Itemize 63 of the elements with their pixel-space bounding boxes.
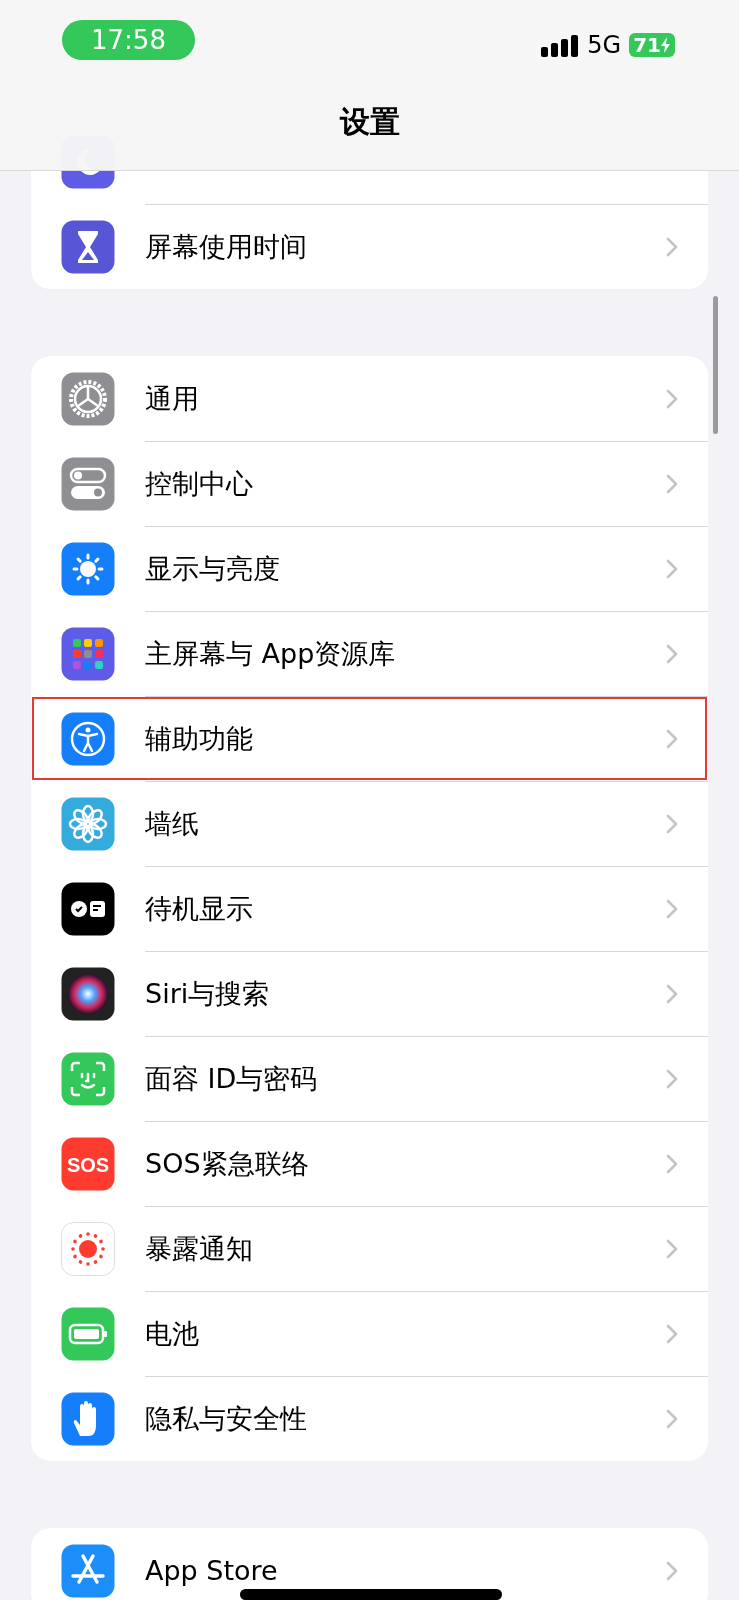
row-label: 墙纸	[145, 806, 200, 841]
hand-icon	[61, 1391, 115, 1446]
chevron-icon	[666, 1238, 678, 1259]
settings-row[interactable]: 屏幕使用时间	[31, 204, 708, 289]
toggles-icon	[61, 456, 115, 511]
face-scan-icon	[61, 1051, 115, 1106]
page-title: 设置	[338, 103, 401, 141]
settings-row[interactable]: 辅助功能	[31, 696, 708, 781]
chevron-icon	[666, 236, 678, 257]
chevron-icon	[666, 473, 678, 494]
row-label: 辅助功能	[145, 721, 254, 756]
settings-row[interactable]: Siri与搜索	[31, 951, 708, 1036]
orb-icon	[61, 966, 115, 1021]
settings-row[interactable]: 显示与亮度	[31, 526, 708, 611]
chevron-icon	[666, 1153, 678, 1174]
row-label: SOS紧急联络	[145, 1146, 310, 1181]
battery-indicator: 71	[629, 33, 675, 57]
chevron-icon	[666, 728, 678, 749]
row-label: App Store	[145, 1555, 279, 1586]
row-label: Siri与搜索	[145, 976, 271, 1011]
row-label: 通用	[145, 381, 200, 416]
settings-row[interactable]: SOS SOS紧急联络	[31, 1121, 708, 1206]
settings-row[interactable]: 待机显示	[31, 866, 708, 951]
chevron-icon	[666, 898, 678, 919]
row-label: 暴露通知	[145, 1231, 254, 1266]
hourglass-icon	[61, 219, 115, 274]
row-label: 待机显示	[145, 891, 254, 926]
chevron-icon	[666, 1560, 678, 1581]
chevron-icon	[666, 643, 678, 664]
settings-row[interactable]: 主屏幕与 App资源库	[31, 611, 708, 696]
app-grid-icon	[61, 626, 115, 681]
signal-icon	[541, 33, 580, 57]
chevron-icon	[666, 813, 678, 834]
settings-row[interactable]: 隐私与安全性	[31, 1376, 708, 1461]
row-label: 隐私与安全性	[145, 1401, 308, 1436]
sos-icon: SOS	[61, 1136, 115, 1191]
chevron-icon	[666, 388, 678, 409]
status-time: 17:58	[62, 20, 195, 60]
settings-row[interactable]: 墙纸	[31, 781, 708, 866]
row-label: 主屏幕与 App资源库	[145, 636, 397, 671]
chevron-icon	[666, 1323, 678, 1344]
settings-row[interactable]: 电池	[31, 1291, 708, 1376]
row-label: 屏幕使用时间	[145, 229, 308, 264]
flower-icon	[61, 796, 115, 851]
settings-row[interactable]: 控制中心	[31, 441, 708, 526]
row-label: 电池	[145, 1316, 200, 1351]
settings-row[interactable]: 面容 ID与密码	[31, 1036, 708, 1121]
gear-icon	[61, 371, 115, 426]
row-label: 面容 ID与密码	[145, 1061, 319, 1096]
accessibility-icon	[61, 711, 115, 766]
row-label: 显示与亮度	[145, 551, 281, 586]
standby-icon	[61, 881, 115, 936]
chevron-icon	[666, 983, 678, 1004]
chevron-icon	[666, 558, 678, 579]
settings-row[interactable]: 通用	[31, 356, 708, 441]
row-label: 控制中心	[145, 466, 254, 501]
exposure-icon	[61, 1221, 115, 1276]
settings-row[interactable]: 暴露通知	[31, 1206, 708, 1291]
sun-icon	[61, 541, 115, 596]
chevron-icon	[666, 1068, 678, 1089]
network-label: 5G	[587, 31, 622, 59]
battery-icon	[61, 1306, 115, 1361]
chevron-icon	[666, 1408, 678, 1429]
